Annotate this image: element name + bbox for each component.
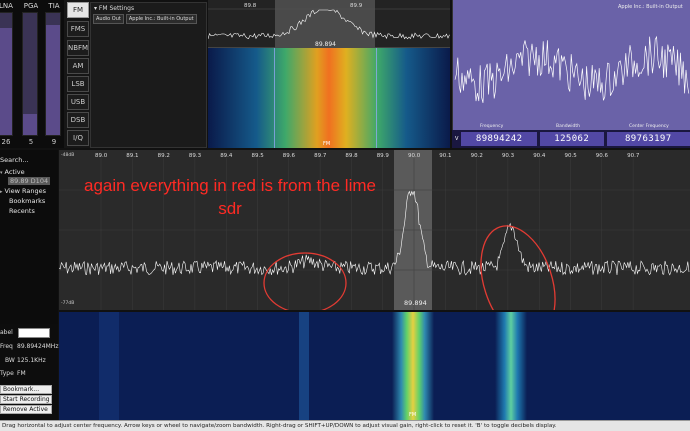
pga-value: 5 bbox=[28, 138, 34, 146]
mode-lsb-button[interactable]: LSB bbox=[67, 76, 89, 92]
mode-dsb-button[interactable]: DSB bbox=[67, 112, 89, 128]
bookmark-button[interactable]: Bookmark... bbox=[0, 385, 52, 394]
lna-value: 26 bbox=[1, 138, 11, 146]
mode-iq-button[interactable]: I/Q bbox=[67, 130, 89, 146]
frequency-tick-label: 89.5 bbox=[252, 153, 265, 159]
mode-fm-button[interactable]: FM bbox=[67, 2, 89, 18]
frequency-readout[interactable]: 89894242 bbox=[461, 132, 537, 146]
scope-label-center: Center Frequency bbox=[629, 123, 669, 129]
frequency-tick-label: 90.4 bbox=[533, 153, 546, 159]
mode-nbfm-button[interactable]: NBFM bbox=[67, 40, 89, 56]
frequency-tick-label: 89.4 bbox=[220, 153, 233, 159]
status-bar: Drag horizontal to adjust center frequen… bbox=[0, 420, 690, 431]
frequency-tick-label: 90.0 bbox=[408, 153, 421, 159]
remove-active-button[interactable]: Remove Active bbox=[0, 405, 52, 414]
scope-title: Apple Inc.: Built-in Output bbox=[618, 4, 683, 10]
frequency-tick-label: 90.5 bbox=[565, 153, 578, 159]
waterfall-mode-tag: FM bbox=[409, 412, 416, 418]
fm-settings-panel: ▾ FM Settings Audio Out Apple Inc.: Buil… bbox=[90, 2, 207, 148]
scope-label-frequency: Frequency bbox=[480, 123, 504, 129]
waterfall-plot: FM bbox=[59, 312, 690, 420]
frequency-tick-label: 89.0 bbox=[95, 153, 108, 159]
center-frequency-readout[interactable]: 89763197 bbox=[606, 132, 690, 146]
readout-tag: V bbox=[455, 136, 459, 142]
scope-label-bandwidth: Bandwidth bbox=[556, 123, 580, 129]
lna-label: LNA bbox=[0, 2, 13, 10]
freq-value: 89.89424MHz bbox=[17, 343, 59, 350]
lna-slider[interactable] bbox=[0, 12, 13, 136]
mini-center-label: 89.894 bbox=[315, 41, 336, 48]
frequency-tick-label: 90.6 bbox=[596, 153, 609, 159]
mode-usb-button[interactable]: USB bbox=[67, 94, 89, 110]
tree-active-label: Active bbox=[4, 168, 25, 176]
frequency-tick-label: 89.1 bbox=[126, 153, 138, 159]
tia-slider-fill bbox=[46, 25, 60, 135]
gain-panel: LNA 26 PGA 5 TIA 9 bbox=[0, 0, 64, 148]
center-frequency-label: 89.894 bbox=[404, 299, 427, 307]
annotation-text: again everything in red is from the lime… bbox=[84, 176, 376, 218]
frequency-tick-label: 89.8 bbox=[345, 153, 358, 159]
waterfall-side-signal bbox=[495, 312, 527, 420]
frequency-tick-label: 90.2 bbox=[471, 153, 483, 159]
frequency-tick-label: 89.9 bbox=[377, 153, 390, 159]
freq-label: Freq bbox=[0, 343, 13, 350]
mode-am-button[interactable]: AM bbox=[67, 58, 89, 74]
pga-slider[interactable] bbox=[22, 12, 38, 136]
mini-tick-2: 89.9 bbox=[350, 3, 363, 9]
audio-scope[interactable]: Apple Inc.: Built-in Output Frequency Ba… bbox=[452, 0, 690, 130]
db-top-label: -48dB bbox=[61, 152, 74, 158]
lna-slider-fill bbox=[0, 27, 12, 135]
collapsed-arrow-icon: ▸ bbox=[0, 189, 3, 195]
tia-label: TIA bbox=[48, 2, 60, 10]
mini-waterfall-plot: FM bbox=[208, 48, 450, 148]
mini-spectrum-plot: 89.8 89.9 89.894 bbox=[207, 0, 450, 48]
tree-view-ranges[interactable]: ▸ View Ranges bbox=[0, 187, 46, 195]
pga-slider-fill bbox=[23, 114, 37, 135]
frequency-tick-label: 89.7 bbox=[314, 153, 327, 159]
audio-device-select[interactable]: Apple Inc.: Built-in Output bbox=[125, 14, 197, 24]
tree-active-entry[interactable]: 89.89 D104 bbox=[8, 177, 51, 185]
frequency-tick-label: 90.7 bbox=[627, 153, 640, 159]
bw-label: BW bbox=[5, 357, 15, 364]
mini-waterfall-heat bbox=[208, 48, 450, 148]
tree-bookmarks[interactable]: Bookmarks bbox=[9, 197, 45, 205]
tree-view-ranges-label: View Ranges bbox=[4, 187, 46, 195]
tia-slider[interactable] bbox=[45, 12, 61, 136]
settings-title-text: FM Settings bbox=[98, 5, 135, 12]
bw-value: 125.1KHz bbox=[17, 357, 46, 364]
frequency-tick-label: 89.2 bbox=[158, 153, 170, 159]
label-field-label: abel bbox=[0, 329, 13, 336]
settings-title: ▾ FM Settings bbox=[91, 3, 206, 14]
mode-fms-button[interactable]: FMS bbox=[67, 21, 89, 37]
pga-label: PGA bbox=[23, 2, 39, 10]
mini-waterfall-mode-tag: FM bbox=[323, 141, 330, 147]
type-label: Type bbox=[0, 370, 14, 377]
bandwidth-readout[interactable]: 125062 bbox=[539, 132, 604, 146]
waterfall-view[interactable]: FM bbox=[59, 312, 690, 420]
frequency-readouts: V 89894242 125062 89763197 bbox=[452, 130, 690, 148]
mini-tick-1: 89.8 bbox=[244, 3, 257, 9]
start-recording-button[interactable]: Start Recording bbox=[0, 395, 52, 404]
db-bottom-label: -77dB bbox=[61, 300, 74, 306]
search-field[interactable]: Search... bbox=[0, 156, 29, 164]
expand-arrow-icon: ▾ bbox=[0, 170, 3, 176]
frequency-tick-label: 89.3 bbox=[189, 153, 202, 159]
tia-value: 9 bbox=[51, 138, 57, 146]
audio-out-label: Audio Out bbox=[93, 14, 124, 24]
scope-plot: Apple Inc.: Built-in Output Frequency Ba… bbox=[453, 0, 690, 130]
frequency-tick-label: 90.3 bbox=[502, 153, 515, 159]
tree-active[interactable]: ▾ Active bbox=[0, 168, 25, 176]
frequency-tick-label: 90.1 bbox=[439, 153, 451, 159]
mini-waterfall[interactable]: FM bbox=[208, 48, 450, 148]
type-value: FM bbox=[17, 370, 26, 377]
demodulator-modes: FM FMS NBFM AM LSB USB DSB I/Q bbox=[64, 0, 90, 148]
label-input[interactable] bbox=[18, 328, 50, 338]
mini-spectrum[interactable]: 89.8 89.9 89.894 bbox=[207, 0, 450, 48]
frequency-tick-label: 89.6 bbox=[283, 153, 296, 159]
waterfall-center-signal bbox=[392, 312, 434, 420]
tree-recents[interactable]: Recents bbox=[9, 207, 35, 215]
sdr-window: LNA 26 PGA 5 TIA 9 FM FMS NBFM AM LSB US… bbox=[0, 0, 690, 431]
